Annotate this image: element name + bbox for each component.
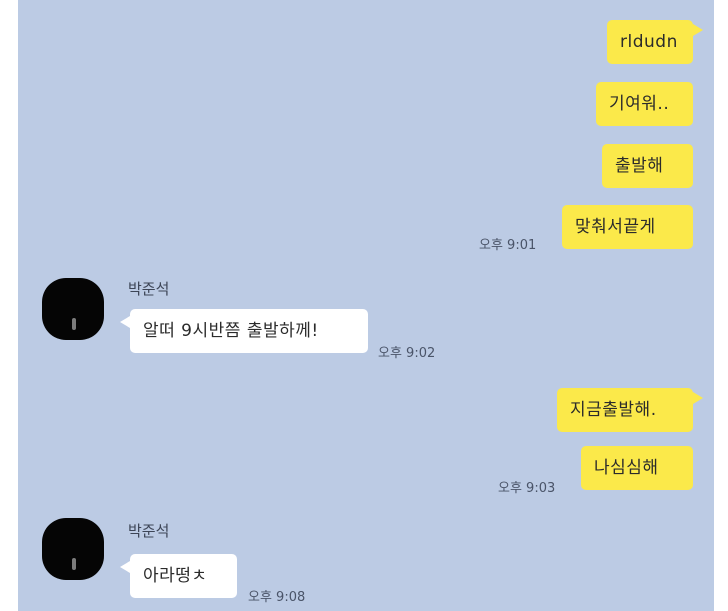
message-bubble-outgoing[interactable]: 나심심해 xyxy=(581,446,693,490)
bubble-tail xyxy=(693,392,703,404)
avatar[interactable] xyxy=(42,518,104,580)
message-bubble-outgoing[interactable]: 출발해 xyxy=(602,144,693,188)
bubble-tail xyxy=(120,316,130,328)
message-bubble-outgoing[interactable]: rldudn xyxy=(607,20,693,64)
profile-photo-icon xyxy=(72,318,76,330)
sender-name: 박준석 xyxy=(128,280,170,298)
message-timestamp: 오후 9:02 xyxy=(378,346,436,361)
message-bubble-incoming[interactable]: 알떠 9시반쯤 출발하께! xyxy=(130,309,368,353)
message-bubble-incoming[interactable]: 아라떵ㅊ xyxy=(130,554,237,598)
avatar[interactable] xyxy=(42,278,104,340)
message-timestamp: 오후 9:03 xyxy=(498,481,556,496)
sender-name: 박준석 xyxy=(128,522,170,540)
profile-photo-icon xyxy=(72,558,76,570)
bubble-tail xyxy=(120,561,130,573)
message-bubble-outgoing[interactable]: 지금출발해. xyxy=(557,388,693,432)
message-timestamp: 오후 9:01 xyxy=(479,238,537,253)
bubble-tail xyxy=(693,24,703,36)
chat-area: rldudn 기여워.. 출발해 오후 9:01 맞춰서끝게 박준석 알떠 9시… xyxy=(18,0,714,611)
scrollbar-track[interactable] xyxy=(714,0,728,611)
message-timestamp: 오후 9:08 xyxy=(248,590,306,605)
message-bubble-outgoing[interactable]: 기여워.. xyxy=(596,82,693,126)
message-bubble-outgoing[interactable]: 맞춰서끝게 xyxy=(562,205,693,249)
